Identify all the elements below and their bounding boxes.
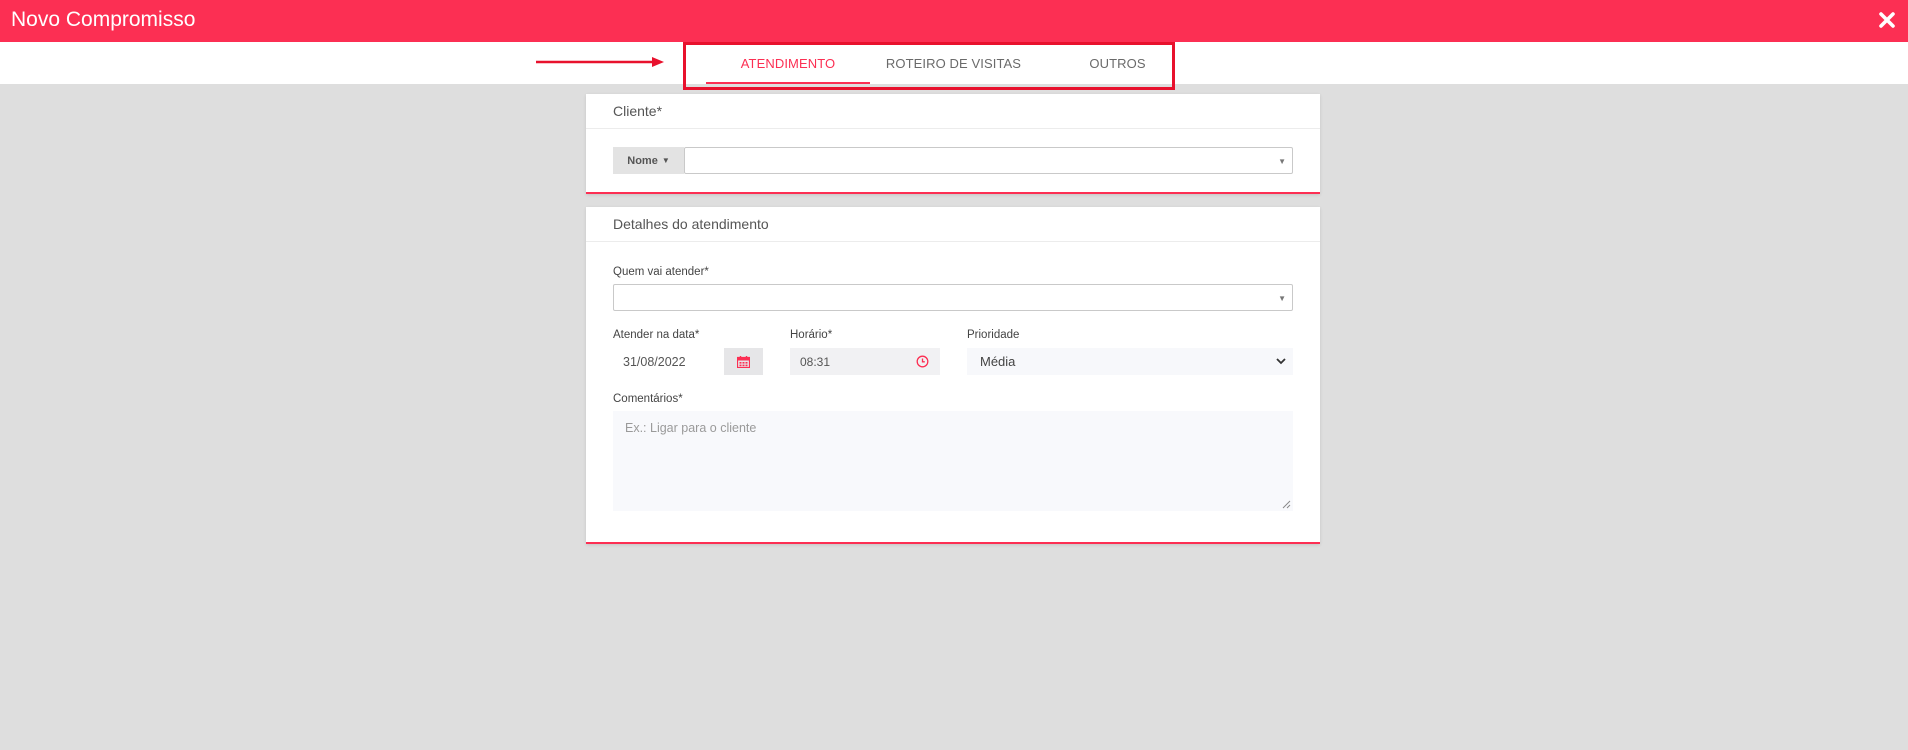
calendar-icon xyxy=(737,355,750,368)
clock-icon xyxy=(916,355,929,368)
quem-label: Quem vai atender* xyxy=(613,266,709,278)
window-titlebar: Novo Compromisso xyxy=(0,0,1908,42)
prioridade-label: Prioridade xyxy=(967,329,1020,341)
annotation-arrow xyxy=(536,57,664,67)
comentarios-label: Comentários* xyxy=(613,393,683,405)
caret-down-icon: ▼ xyxy=(1278,294,1286,303)
comentarios-placeholder: Ex.: Ligar para o cliente xyxy=(625,421,757,435)
window-title: Novo Compromisso xyxy=(11,8,196,31)
data-input[interactable]: 31/08/2022 xyxy=(613,348,725,375)
prioridade-select[interactable]: Média xyxy=(967,348,1293,375)
horario-label: Horário* xyxy=(790,329,833,341)
calendar-button[interactable] xyxy=(724,348,763,375)
data-label: Atender na data* xyxy=(613,329,700,341)
cliente-select[interactable]: ▼ xyxy=(684,147,1293,174)
chevron-down-icon xyxy=(1276,358,1286,365)
horario-value: 08:31 xyxy=(800,354,831,369)
comentarios-textarea[interactable]: Ex.: Ligar para o cliente xyxy=(613,411,1293,511)
resize-grip-icon[interactable] xyxy=(1282,500,1291,509)
annotation-highlight-box xyxy=(683,42,1175,90)
caret-down-icon: ▼ xyxy=(661,156,670,165)
detalhes-header: Detalhes do atendimento xyxy=(586,207,1320,242)
quem-vai-atender-select[interactable]: ▼ xyxy=(613,284,1293,311)
cliente-card: Cliente* Nome ▼ ▼ xyxy=(586,94,1320,194)
detalhes-card: Detalhes do atendimento Quem vai atender… xyxy=(586,207,1320,544)
close-icon[interactable] xyxy=(1878,11,1896,29)
search-type-label: Nome xyxy=(627,154,658,167)
caret-down-icon: ▼ xyxy=(1278,157,1286,166)
prioridade-value: Média xyxy=(980,354,1016,369)
search-type-dropdown[interactable]: Nome ▼ xyxy=(613,147,684,174)
horario-input[interactable]: 08:31 xyxy=(790,348,940,375)
cliente-header: Cliente* xyxy=(586,94,1320,129)
